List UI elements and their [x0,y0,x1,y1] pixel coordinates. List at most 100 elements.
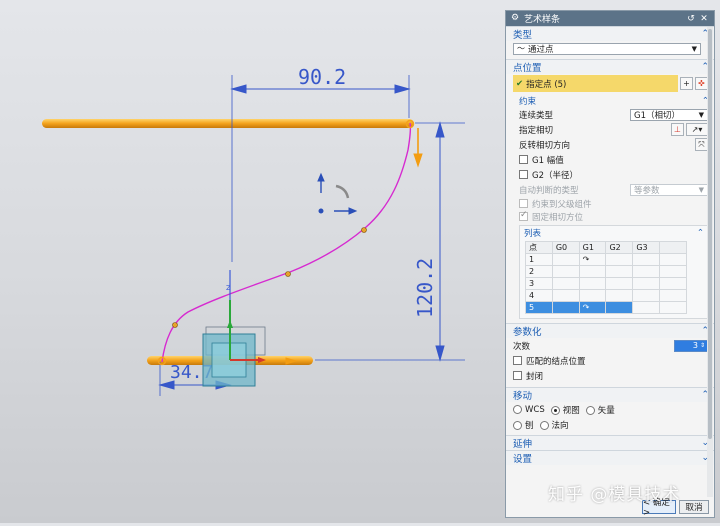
dimension-right[interactable] [315,121,465,362]
spline-points[interactable] [157,119,415,366]
constrain-parent-label: 约束到父级组件 [532,199,592,210]
match-knots-label: 匹配的结点位置 [526,356,586,367]
dialog-title: 艺术样条 [524,15,561,25]
reset-icon[interactable]: ↺ [686,14,696,24]
art-spline-dialog: ⚙ 艺术样条 ↺ ✕ 类型 ⌃ 〜 通过点 ▼ 点位置 ⌃ ✔ 指定点 (5) … [505,10,715,518]
plane-label: 刨 [525,420,534,431]
panel-scrollbar[interactable] [707,27,713,497]
table-row[interactable]: 4 [525,289,687,302]
check-icon: ✔ [516,78,524,89]
column-header[interactable]: G0 [551,241,580,254]
wcs-radio[interactable] [513,404,522,414]
tangent-arrow-top[interactable] [413,128,423,168]
vector-dialog-icon[interactable]: ⊥ [671,123,684,136]
section-move[interactable]: 移动 ⌃ [506,387,714,402]
g2-radius-label: G2（半径） [532,170,578,181]
degree-label: 次数 [513,341,531,352]
cancel-button[interactable]: 取消 [679,500,709,514]
section-extend[interactable]: 延伸 ⌄ [506,435,714,450]
section-parameterization[interactable]: 参数化 ⌃ [506,323,714,338]
g1-magnitude-label: G1 幅值 [532,155,564,166]
g1-cell: ↷ [578,253,607,266]
graphics-viewport[interactable]: 90.2 120.2 34.7 Z [0,0,505,523]
scrollbar-thumb[interactable] [708,29,712,439]
move-section-label: 移动 [513,391,533,402]
table-row[interactable]: 2 [525,265,687,278]
g1-cell [578,289,607,302]
move-vector-option[interactable]: 矢量 [585,404,615,416]
column-header[interactable]: G2 [605,241,634,254]
type-select[interactable]: 〜 通过点 ▼ [513,42,701,55]
art-spline-curve[interactable] [161,122,412,363]
point-cell: 2 [525,265,553,278]
move-view-option[interactable]: 视图 [550,404,580,416]
view-radio[interactable] [550,405,560,415]
table-row[interactable]: 1 ↷ [525,253,687,266]
point-cell: 4 [525,289,553,302]
move-plane-option[interactable]: 刨 [513,419,534,431]
table-row[interactable]: 3 [525,277,687,290]
match-knots-checkbox[interactable] [513,356,522,365]
point-cell: 3 [525,277,553,290]
specify-point-row: ✔ 指定点 (5) + ✜ [513,75,708,92]
subsection-list[interactable]: 列表 ⌃ [520,226,707,239]
dimension-right-label: 120.2 [413,258,437,318]
g1-cell [578,277,607,290]
move-wcs-option[interactable]: WCS [513,404,545,415]
g2-radius-checkbox[interactable] [519,170,528,179]
section-type[interactable]: 类型 ⌃ [506,26,714,41]
continuity-select[interactable]: G1（相切） ▼ [630,108,708,121]
vector-radio[interactable] [585,405,595,415]
spinner-arrows-icon[interactable]: ⇕ [700,342,705,349]
column-header[interactable]: G3 [632,241,661,254]
watermark: 知乎 @模具技术 [548,485,681,505]
chevron-up-icon: ⌃ [696,227,704,238]
specify-point-label: 指定点 (5) [526,79,567,90]
chevron-down-icon: ▼ [691,44,697,53]
close-icon[interactable]: ✕ [699,14,709,24]
move-normal-option[interactable]: 法向 [539,419,569,431]
g2-radius-row[interactable]: G2（半径） [506,167,714,182]
table-row-selected[interactable]: 5 ↷ [525,301,687,314]
point-cell: 1 [525,253,553,266]
fixed-tangent-label: 固定相切方位 [532,212,584,223]
wcs-label: WCS [525,404,545,415]
auto-type-value: 等参数 [634,185,660,196]
section-point-position[interactable]: 点位置 ⌃ [506,59,714,74]
constrain-parent-checkbox [519,199,528,208]
degree-value: 3 [692,341,698,350]
specify-point-field[interactable]: ✔ 指定点 (5) [513,75,678,92]
normal-label: 法向 [551,420,569,431]
dimension-top-label: 90.2 [298,65,346,89]
g1-magnitude-row[interactable]: G1 幅值 [506,152,714,167]
datum-csys[interactable] [202,270,266,387]
closed-label: 封闭 [526,371,544,382]
closed-checkbox[interactable] [513,371,522,380]
section-type-label: 类型 [513,30,533,41]
column-header[interactable]: G1 [578,241,607,254]
plane-radio[interactable] [513,420,522,430]
g1-magnitude-checkbox[interactable] [519,155,528,164]
degree-spinner[interactable]: 3 ⇕ [674,339,708,352]
dimension-top[interactable] [230,75,411,262]
point-dialog-icon[interactable]: + [680,77,693,90]
closed-row[interactable]: 封闭 [506,368,714,383]
vector-label: 矢量 [597,405,615,416]
constraint-label: 约束 [519,96,537,107]
normal-radio[interactable] [539,420,549,430]
section-settings[interactable]: 设置 ⌄ [506,450,714,465]
z-axis-label: Z [226,284,231,292]
subsection-constraint[interactable]: 约束 ⌃ [506,94,714,107]
spline-type-icon: 〜 [517,44,525,53]
vector-inference-icon[interactable]: ↗▾ [686,123,708,136]
g1-cell [578,265,607,278]
point-cell: 5 [525,301,553,314]
view-triad [317,172,358,215]
chevron-down-icon: ▼ [698,110,704,119]
top-rod[interactable] [42,119,414,128]
settings-section-label: 设置 [513,454,533,465]
column-header[interactable]: 点 [525,241,553,254]
points-table: 点 G0 G1 G2 G3 1 ↷ 2 3 4 5 ↷ [525,241,687,314]
match-knots-row[interactable]: 匹配的结点位置 [506,353,714,368]
column-header [659,241,687,254]
